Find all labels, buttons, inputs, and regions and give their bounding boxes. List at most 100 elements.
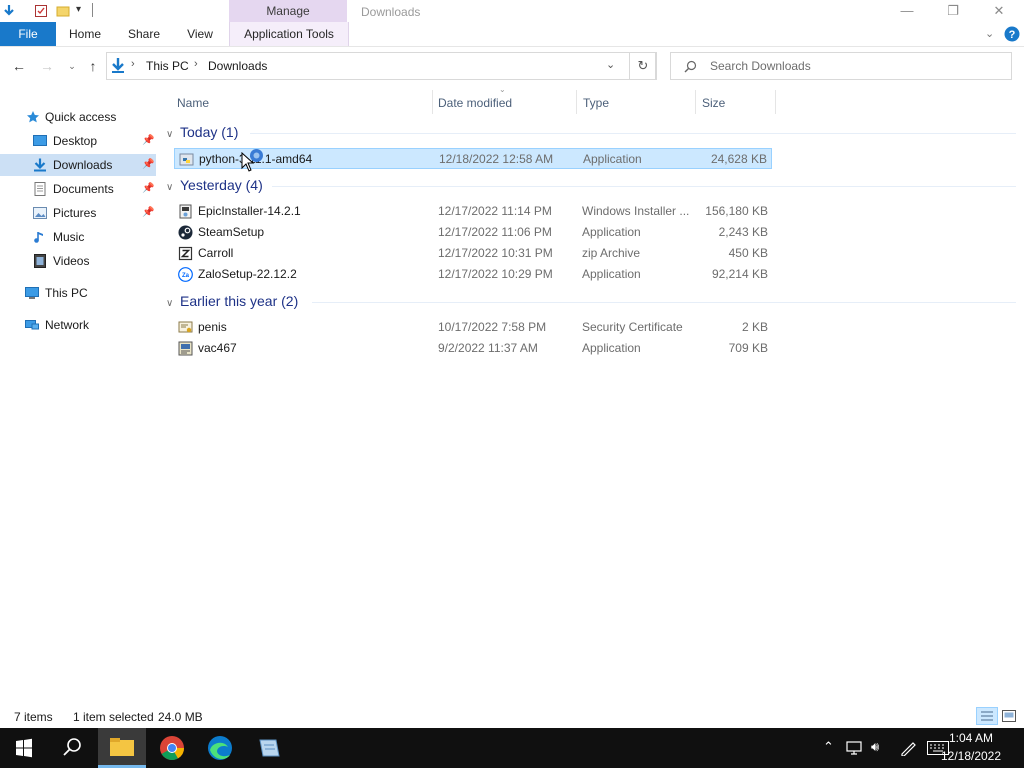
collapse-group-icon[interactable]: ∨ — [166, 178, 180, 198]
status-item-count: 7 items — [14, 710, 53, 724]
file-size: 156,180 KB — [705, 204, 768, 218]
file-row[interactable]: Carroll 12/17/2022 10:31 PM zip Archive … — [174, 243, 772, 264]
file-row[interactable]: SteamSetup 12/17/2022 11:06 PM Applicati… — [174, 222, 772, 243]
collapse-group-icon[interactable]: ∨ — [166, 294, 180, 314]
pin-icon: 📌 — [142, 207, 155, 218]
taskbar-clock-time[interactable]: 1:04 AM — [926, 731, 1016, 745]
properties-icon[interactable] — [34, 4, 48, 18]
column-header-type[interactable]: Type — [583, 94, 609, 112]
breadcrumb-separator[interactable]: › — [194, 58, 198, 70]
collapse-group-icon[interactable]: ∨ — [166, 125, 180, 145]
tab-share[interactable]: Share — [122, 22, 166, 46]
videos-icon — [34, 254, 46, 268]
file-size: 2 KB — [741, 320, 768, 334]
column-divider[interactable] — [695, 90, 696, 114]
large-icons-view-button[interactable] — [1001, 709, 1017, 723]
tab-view[interactable]: View — [178, 22, 222, 46]
msi-icon — [179, 204, 192, 219]
address-history-dropdown-icon[interactable]: ⌄ — [606, 58, 615, 71]
help-icon[interactable]: ? — [1004, 26, 1020, 42]
taskbar-clock-date[interactable]: 12/18/2022 — [926, 749, 1016, 763]
star-icon — [27, 111, 39, 123]
column-header-name[interactable]: Name — [177, 94, 209, 112]
edge-taskbar-icon[interactable] — [196, 728, 244, 768]
file-date: 9/2/2022 11:37 AM — [438, 341, 538, 355]
refresh-button[interactable]: ↻ — [629, 52, 657, 80]
breadcrumb-downloads[interactable]: Downloads — [208, 59, 267, 73]
new-folder-icon[interactable] — [56, 4, 70, 18]
breadcrumb-separator[interactable]: › — [131, 58, 135, 70]
group-header-earlier-this-year[interactable]: ∨ Earlier this year (2) — [166, 291, 298, 311]
file-date: 10/17/2022 7:58 PM — [438, 320, 547, 334]
group-header-yesterday[interactable]: ∨ Yesterday (4) — [166, 175, 263, 195]
nav-quick-access[interactable]: Quick access — [0, 106, 156, 128]
python-installer-icon — [179, 153, 194, 166]
nav-documents[interactable]: Documents 📌 — [0, 178, 156, 200]
svg-text:Za: Za — [182, 273, 190, 279]
nav-this-pc[interactable]: This PC — [0, 282, 156, 304]
tab-file[interactable]: File — [0, 22, 56, 46]
forward-button[interactable]: → — [38, 57, 56, 75]
maximize-button[interactable]: ❐ — [930, 0, 976, 24]
show-hidden-icons-button[interactable]: ⌃ — [823, 739, 834, 755]
close-button[interactable]: ✕ — [976, 0, 1022, 24]
search-input[interactable]: Search Downloads — [710, 59, 811, 73]
details-view-button[interactable] — [976, 707, 998, 725]
file-date: 12/17/2022 11:14 PM — [438, 204, 552, 218]
tab-application-tools[interactable]: Application Tools — [229, 22, 349, 46]
file-row[interactable]: EpicInstaller-14.2.1 12/17/2022 11:14 PM… — [174, 201, 772, 222]
group-header-today[interactable]: ∨ Today (1) — [166, 122, 238, 142]
customize-qat-icon[interactable]: ▾ — [76, 4, 81, 15]
file-row[interactable]: penis 10/17/2022 7:58 PM Security Certif… — [174, 317, 772, 338]
expand-ribbon-icon[interactable]: ⌄ — [985, 27, 994, 40]
notepad-taskbar-icon[interactable] — [245, 728, 293, 768]
column-header-size[interactable]: Size — [702, 94, 725, 112]
search-icon — [684, 60, 697, 73]
minimize-button[interactable]: — — [884, 0, 930, 24]
manage-contextual-tab[interactable]: Manage — [229, 0, 347, 22]
svg-text:?: ? — [1009, 29, 1016, 41]
column-divider[interactable] — [432, 90, 433, 114]
status-selection: 1 item selected — [73, 710, 154, 724]
file-size: 24,628 KB — [710, 152, 767, 166]
recent-locations-button[interactable]: ⌄ — [63, 57, 81, 75]
windows-start-icon[interactable] — [0, 728, 48, 768]
file-row[interactable]: Za ZaloSetup-22.12.2 12/17/2022 10:29 PM… — [174, 264, 772, 285]
chrome-taskbar-icon[interactable] — [148, 728, 196, 768]
column-divider[interactable] — [775, 90, 776, 114]
file-name: EpicInstaller-14.2.1 — [198, 204, 301, 218]
nav-pictures[interactable]: Pictures 📌 — [0, 202, 156, 224]
file-size: 92,214 KB — [711, 267, 768, 281]
nav-downloads[interactable]: Downloads 📌 — [0, 154, 156, 176]
file-type: Application — [582, 341, 641, 355]
file-type: Application — [582, 267, 641, 281]
pen-workspace-icon[interactable] — [899, 740, 917, 756]
up-button[interactable]: ↑ — [84, 57, 102, 75]
sort-indicator-icon: ⌄ — [499, 85, 506, 94]
nav-label: Desktop — [53, 134, 98, 148]
file-size: 709 KB — [728, 341, 768, 355]
nav-network[interactable]: Network — [0, 314, 156, 336]
nav-desktop[interactable]: Desktop 📌 — [0, 130, 156, 152]
column-divider[interactable] — [576, 90, 577, 114]
breadcrumb-this-pc[interactable]: This PC — [146, 59, 189, 73]
search-taskbar-icon[interactable] — [48, 728, 96, 768]
nav-music[interactable]: Music — [0, 226, 156, 248]
nav-label: Documents — [53, 182, 114, 196]
window-title: Downloads — [361, 5, 421, 19]
group-label: Earlier this year (2) — [180, 293, 299, 309]
column-header-date-modified[interactable]: Date modified — [438, 94, 512, 112]
download-arrow-icon[interactable] — [2, 4, 16, 18]
file-row[interactable]: vac467 9/2/2022 11:37 AM Application 709… — [174, 338, 772, 359]
file-explorer-taskbar-icon[interactable] — [98, 728, 146, 768]
back-button[interactable]: ← — [10, 57, 28, 75]
file-type: Windows Installer ... — [582, 204, 690, 218]
network-tray-icon[interactable] — [846, 741, 864, 755]
nav-videos[interactable]: Videos — [0, 250, 156, 272]
volume-tray-icon[interactable]: 🔊︎ — [871, 739, 879, 755]
computer-icon — [25, 287, 39, 299]
group-divider — [250, 133, 1016, 134]
tab-home[interactable]: Home — [62, 22, 108, 46]
file-type: Application — [583, 152, 642, 166]
group-label: Today (1) — [180, 124, 239, 140]
